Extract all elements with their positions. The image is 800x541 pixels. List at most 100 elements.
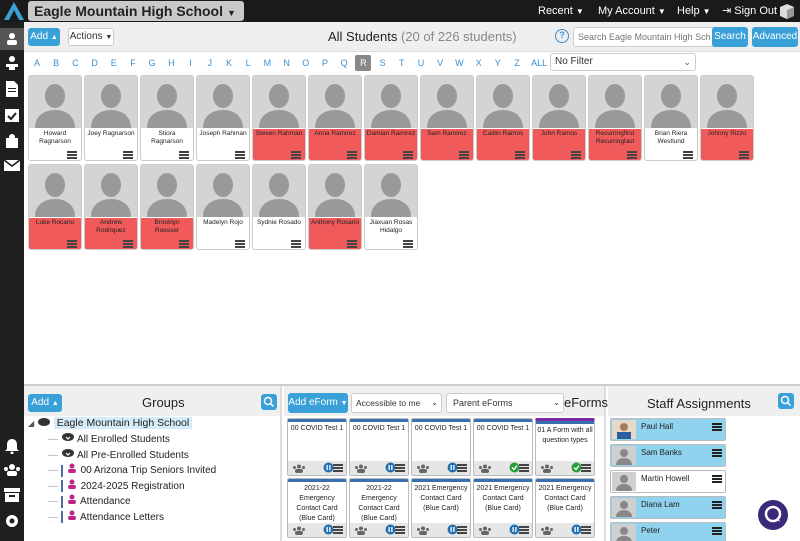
group-nav-icon[interactable] — [3, 461, 21, 479]
school-selector[interactable]: Eagle Mountain High School ▼ — [28, 1, 244, 21]
hamburger-menu-icon[interactable] — [739, 151, 749, 159]
accessible-select[interactable]: Accessible to me ⌄ — [351, 393, 442, 413]
student-card[interactable]: Recurringfirst Recurringlast — [588, 75, 642, 161]
gear-nav-icon[interactable] — [3, 512, 21, 530]
student-card[interactable]: Stiora Ragnarson — [140, 75, 194, 161]
staff-card[interactable]: Paul Hall — [610, 418, 726, 441]
hamburger-menu-icon[interactable] — [403, 151, 413, 159]
teacher-nav-icon[interactable] — [3, 54, 21, 72]
filter-select[interactable]: No Filter ⌄ — [550, 53, 696, 71]
letter-c[interactable]: C — [67, 55, 83, 71]
hamburger-menu-icon[interactable] — [712, 423, 722, 431]
sign-out-link[interactable]: ⇥ Sign Out — [722, 0, 777, 22]
letter-q[interactable]: Q — [336, 55, 352, 71]
letter-t[interactable]: T — [394, 55, 410, 71]
help-menu[interactable]: Help ▼ — [677, 0, 711, 22]
hamburger-menu-icon[interactable] — [347, 240, 357, 248]
letter-e[interactable]: E — [106, 55, 122, 71]
search-button[interactable]: Search — [712, 27, 748, 47]
hamburger-menu-icon[interactable] — [457, 464, 467, 472]
hamburger-menu-icon[interactable] — [291, 240, 301, 248]
letter-v[interactable]: V — [432, 55, 448, 71]
letter-f[interactable]: F — [125, 55, 141, 71]
hamburger-menu-icon[interactable] — [683, 151, 693, 159]
letter-p[interactable]: P — [317, 55, 333, 71]
hamburger-menu-icon[interactable] — [333, 526, 343, 534]
eform-card[interactable]: 00 COVID Test 1 — [349, 418, 409, 476]
actions-button[interactable]: Actions ▼ — [68, 28, 114, 46]
hamburger-menu-icon[interactable] — [712, 527, 722, 535]
hamburger-menu-icon[interactable] — [67, 240, 77, 248]
student-card[interactable]: Sam Ramirez — [420, 75, 474, 161]
students-nav-icon[interactable] — [0, 28, 24, 50]
student-card[interactable]: Damian Ramirez — [364, 75, 418, 161]
letter-o[interactable]: O — [298, 55, 314, 71]
letter-j[interactable]: J — [202, 55, 218, 71]
add-eform-button[interactable]: Add eForm ▼ — [288, 393, 348, 413]
add-button[interactable]: Add ▲ — [28, 28, 60, 46]
hamburger-menu-icon[interactable] — [571, 151, 581, 159]
student-card[interactable]: Anna Ramirez — [308, 75, 362, 161]
hamburger-menu-icon[interactable] — [333, 464, 343, 472]
hamburger-menu-icon[interactable] — [515, 151, 525, 159]
package-icon[interactable] — [778, 2, 796, 20]
group-item[interactable]: — All Pre-Enrolled Students — [48, 448, 189, 463]
hamburger-menu-icon[interactable] — [235, 151, 245, 159]
hamburger-menu-icon[interactable] — [179, 151, 189, 159]
letter-m[interactable]: M — [259, 55, 275, 71]
letter-u[interactable]: U — [413, 55, 429, 71]
letter-l[interactable]: L — [240, 55, 256, 71]
groups-add-button[interactable]: Add ▲ — [28, 394, 62, 412]
group-item[interactable]: — Attendance — [48, 494, 131, 509]
letter-z[interactable]: Z — [509, 55, 525, 71]
eform-card[interactable]: 2021-22 Emergency Contact Card (Blue Car… — [287, 478, 347, 538]
hamburger-menu-icon[interactable] — [581, 526, 591, 534]
student-card[interactable]: Madelyn Rojo — [196, 164, 250, 250]
letter-x[interactable]: X — [471, 55, 487, 71]
archive-nav-icon[interactable] — [3, 486, 21, 504]
hamburger-menu-icon[interactable] — [347, 151, 357, 159]
my-account-menu[interactable]: My Account ▼ — [598, 0, 666, 22]
student-card[interactable]: Anthony Rosario — [308, 164, 362, 250]
group-item[interactable]: — Attendance Letters — [48, 510, 164, 525]
hamburger-menu-icon[interactable] — [395, 526, 405, 534]
hamburger-menu-icon[interactable] — [627, 151, 637, 159]
eform-card[interactable]: 00 COVID Test 1 — [473, 418, 533, 476]
hamburger-menu-icon[interactable] — [712, 501, 722, 509]
hamburger-menu-icon[interactable] — [395, 464, 405, 472]
hamburger-menu-icon[interactable] — [712, 475, 722, 483]
hamburger-menu-icon[interactable] — [519, 526, 529, 534]
advanced-button[interactable]: Advanced — [752, 27, 798, 47]
staff-card[interactable]: Diana Lam — [610, 496, 726, 519]
student-card[interactable]: Johnny Rizzo — [700, 75, 754, 161]
letter-i[interactable]: I — [183, 55, 199, 71]
student-search-input[interactable] — [573, 27, 730, 47]
hamburger-menu-icon[interactable] — [403, 240, 413, 248]
bell-nav-icon[interactable] — [3, 437, 21, 455]
eform-card[interactable]: 2021 Emergency Contact Card (Blue Card) — [473, 478, 533, 538]
group-item[interactable]: — 2024-2025 Registration — [48, 479, 185, 494]
student-card[interactable]: Brooklyn Roesser — [140, 164, 194, 250]
letter-y[interactable]: Y — [490, 55, 506, 71]
student-card[interactable]: Steven Rahman — [252, 75, 306, 161]
recent-menu[interactable]: Recent ▼ — [538, 0, 584, 22]
calendar-check-nav-icon[interactable] — [3, 106, 21, 124]
hamburger-menu-icon[interactable] — [581, 464, 591, 472]
letter-a[interactable]: A — [29, 55, 45, 71]
hamburger-menu-icon[interactable] — [459, 151, 469, 159]
staff-card[interactable]: Peter — [610, 522, 726, 541]
envelope-nav-icon[interactable] — [3, 156, 21, 174]
student-card[interactable]: Andrew Rodriquez — [84, 164, 138, 250]
letter-h[interactable]: H — [163, 55, 179, 71]
student-card[interactable]: Sydnie Rosado — [252, 164, 306, 250]
hamburger-menu-icon[interactable] — [179, 240, 189, 248]
letter-b[interactable]: B — [48, 55, 64, 71]
letter-all[interactable]: ALL — [528, 55, 550, 71]
hamburger-menu-icon[interactable] — [291, 151, 301, 159]
student-card[interactable]: Caitlin Ramos — [476, 75, 530, 161]
letter-s[interactable]: S — [375, 55, 391, 71]
hamburger-menu-icon[interactable] — [457, 526, 467, 534]
eform-card[interactable]: 00 COVID Test 1 — [411, 418, 471, 476]
student-card[interactable]: Joseph Rahman — [196, 75, 250, 161]
hamburger-menu-icon[interactable] — [235, 240, 245, 248]
